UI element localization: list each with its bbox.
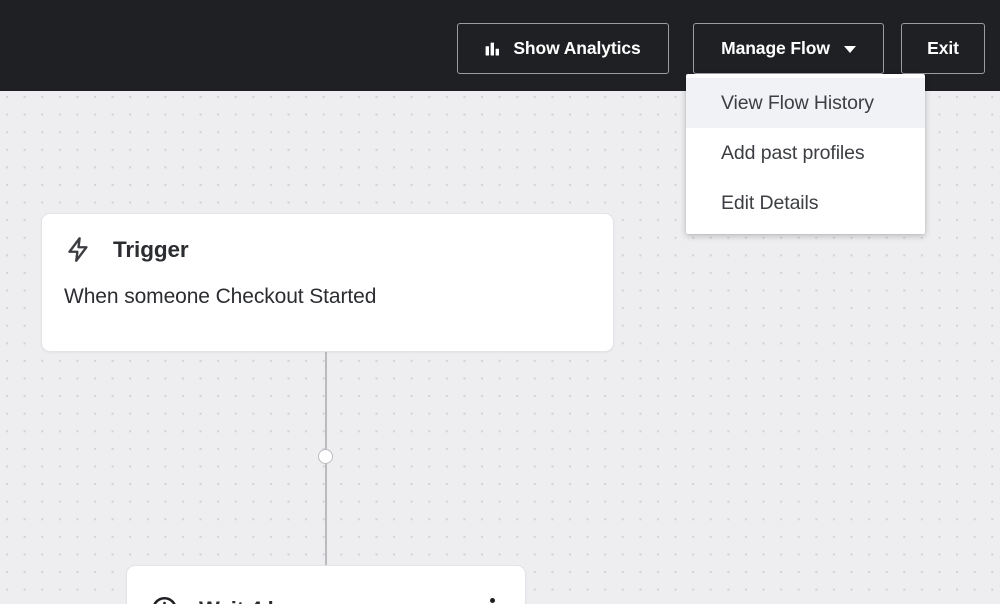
exit-label: Exit bbox=[927, 38, 959, 59]
manage-flow-dropdown-menu: View Flow History Add past profiles Edit… bbox=[686, 74, 925, 234]
trigger-card-header: Trigger bbox=[42, 214, 613, 263]
menu-item-label: Add past profiles bbox=[721, 142, 865, 165]
bar-chart-icon bbox=[485, 41, 501, 57]
wait-step-label: Wait 4 hours bbox=[199, 597, 481, 604]
menu-item-edit-details[interactable]: Edit Details bbox=[686, 178, 925, 228]
clock-icon bbox=[150, 595, 179, 604]
chevron-down-icon bbox=[844, 46, 856, 53]
menu-item-label: View Flow History bbox=[721, 92, 874, 115]
trigger-card-title: Trigger bbox=[113, 237, 189, 263]
wait-step-card[interactable]: Wait 4 hours bbox=[126, 565, 526, 604]
manage-flow-label: Manage Flow bbox=[721, 38, 830, 59]
exit-button[interactable]: Exit bbox=[901, 23, 985, 74]
menu-item-label: Edit Details bbox=[721, 192, 818, 215]
more-vertical-icon[interactable] bbox=[481, 595, 503, 604]
trigger-card[interactable]: Trigger When someone Checkout Started bbox=[41, 213, 614, 352]
flow-builder-screen: Trigger When someone Checkout Started Wa… bbox=[0, 0, 1000, 604]
menu-item-add-past-profiles[interactable]: Add past profiles bbox=[686, 128, 925, 178]
menu-item-view-flow-history[interactable]: View Flow History bbox=[686, 78, 925, 128]
show-analytics-label: Show Analytics bbox=[513, 38, 640, 59]
show-analytics-button[interactable]: Show Analytics bbox=[457, 23, 669, 74]
manage-flow-button[interactable]: Manage Flow bbox=[693, 23, 884, 74]
trigger-card-description: When someone Checkout Started bbox=[42, 263, 613, 309]
flow-add-node[interactable] bbox=[318, 449, 333, 464]
zap-icon bbox=[65, 236, 92, 263]
